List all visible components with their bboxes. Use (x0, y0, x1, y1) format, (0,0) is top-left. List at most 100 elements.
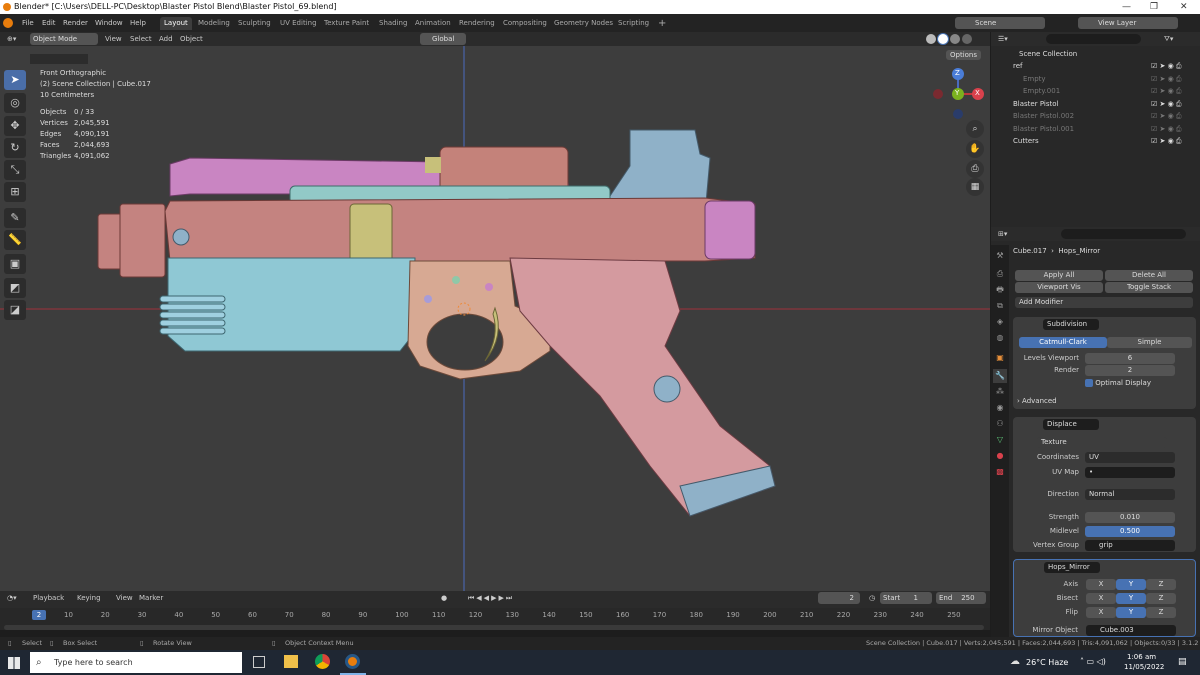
tool-tab-icon[interactable]: ⚒ (993, 249, 1007, 263)
outliner-search-input[interactable] (1046, 34, 1141, 44)
outliner-row-root[interactable]: Scene Collection (991, 48, 1200, 60)
menu-edit[interactable]: Edit (39, 17, 59, 29)
tab-compositing[interactable]: Compositing (499, 17, 551, 30)
coordinates-select[interactable]: UV (1085, 452, 1175, 463)
displace-name-field[interactable]: Displace (1043, 419, 1099, 430)
modifier-tab-icon[interactable]: 🔧 (993, 369, 1007, 383)
timeline-scrollbar[interactable] (4, 625, 984, 630)
timeline-editor-icon[interactable]: ◔▾ (4, 592, 20, 604)
bisect-x-toggle[interactable]: X (1086, 593, 1116, 604)
midlevel-field[interactable]: 0.500 (1085, 526, 1175, 537)
outliner-row[interactable]: Empty.001 ☑ ➤ ◉ ⎙ (991, 85, 1200, 97)
visibility-toggles-icon[interactable]: ☑ ➤ ◉ ⎙ (1151, 73, 1182, 85)
object-tab-icon[interactable]: ▣ (993, 351, 1007, 365)
weather-text[interactable]: 26°C Haze (1026, 658, 1068, 667)
visibility-toggles-icon[interactable]: ☑ ➤ ◉ ⎙ (1151, 85, 1182, 97)
mirror-object-field[interactable]: Cube.003 (1086, 625, 1176, 636)
marker-menu[interactable]: Marker (136, 592, 166, 604)
playback-controls[interactable]: ⏮◀◀▶▶⏭ (465, 592, 517, 604)
menu-view[interactable]: View (102, 33, 125, 45)
uv-map-field[interactable]: • (1085, 467, 1175, 478)
menu-help[interactable]: Help (127, 17, 149, 29)
flip-y-toggle[interactable]: Y (1116, 607, 1146, 618)
tab-texture-paint[interactable]: Texture Paint (320, 17, 373, 30)
add-modifier-button[interactable]: Add Modifier (1015, 297, 1193, 308)
maximize-button[interactable]: ❐ (1150, 0, 1158, 14)
menu-file[interactable]: File (19, 17, 37, 29)
blender-menu-icon[interactable] (3, 18, 13, 28)
tab-scripting[interactable]: Scripting (614, 17, 653, 30)
start-frame-field[interactable]: Start 1 (880, 592, 932, 604)
scale-tool-icon[interactable]: ⤡ (4, 160, 26, 180)
select-tool-icon[interactable]: ➤ (4, 70, 26, 90)
axis-y-toggle[interactable]: Y (1116, 579, 1146, 590)
options-button[interactable]: Options (946, 50, 982, 60)
measure-tool-icon[interactable]: 📏 (4, 230, 26, 250)
task-view-icon[interactable] (253, 656, 265, 668)
current-frame-field[interactable]: 2 (818, 592, 860, 604)
record-icon[interactable]: ● (438, 592, 450, 604)
menu-object[interactable]: Object (177, 33, 206, 45)
filter-icon[interactable]: ⛛▾ (1161, 33, 1176, 45)
outliner-row[interactable]: Empty ☑ ➤ ◉ ⎙ (991, 73, 1200, 85)
view-layer-selector[interactable]: View Layer (1078, 17, 1178, 29)
advanced-panel-toggle[interactable]: › Advanced (1017, 397, 1057, 405)
tab-sculpting[interactable]: Sculpting (234, 17, 275, 30)
timeline-ruler[interactable]: 2 10 20 30 40 50 60 70 80 90 100 110 120 130 140 150 16… (0, 608, 990, 630)
end-frame-field[interactable]: End 250 (936, 592, 986, 604)
properties-search-input[interactable] (1061, 229, 1186, 239)
move-tool-icon[interactable]: ✥ (4, 116, 26, 136)
taskbar-search-box[interactable]: ⌕ Type here to search (30, 652, 242, 673)
add-workspace-button[interactable]: + (654, 17, 670, 30)
outliner-row[interactable]: Blaster Pistol.002 ☑ ➤ ◉ ⎙ (991, 110, 1200, 122)
windows-start-icon[interactable] (8, 657, 20, 669)
simple-button[interactable]: Simple (1107, 337, 1192, 348)
properties-editor-icon[interactable]: ⊞▾ (995, 228, 1010, 240)
viewport-shading-buttons[interactable] (830, 34, 980, 44)
3d-viewport[interactable]: ➤ ◎ ✥ ↻ ⤡ ⊞ ✎ 📏 ▣ ◩ ◪ Front Orthographic… (0, 46, 990, 591)
minimize-button[interactable]: — (1122, 0, 1131, 14)
scene-selector[interactable]: Scene (955, 17, 1045, 29)
physics-tab-icon[interactable]: ◉ (993, 401, 1007, 415)
optimal-display-checkbox[interactable]: Optimal Display (1085, 379, 1151, 387)
axis-x-toggle[interactable]: X (1086, 579, 1116, 590)
keying-menu[interactable]: Keying (74, 592, 104, 604)
visibility-toggles-icon[interactable]: ☑ ➤ ◉ ⎙ (1151, 135, 1182, 147)
tab-shading[interactable]: Shading (375, 17, 411, 30)
zoom-icon[interactable]: ⌕ (966, 120, 984, 138)
tab-animation[interactable]: Animation (411, 17, 455, 30)
bisect-z-toggle[interactable]: Z (1146, 593, 1176, 604)
output-tab-icon[interactable]: 🖶 (993, 283, 1007, 297)
scene-tab-icon[interactable]: ◈ (993, 315, 1007, 329)
mode-selector[interactable]: Object Mode (30, 33, 98, 45)
mirror-name-field[interactable]: Hops_Mirror (1044, 562, 1100, 573)
rotate-tool-icon[interactable]: ↻ (4, 138, 26, 158)
tab-geometry-nodes[interactable]: Geometry Nodes (550, 17, 617, 30)
texture-field[interactable]: Texture (1037, 437, 1167, 448)
particles-tab-icon[interactable]: ⁂ (993, 385, 1007, 399)
texture-tab-icon[interactable]: ▩ (993, 465, 1007, 479)
clock-time[interactable]: 1:06 am (1127, 653, 1156, 661)
world-tab-icon[interactable]: ◍ (993, 331, 1007, 345)
visibility-toggles-icon[interactable]: ☑ ➤ ◉ ⎙ (1151, 110, 1182, 122)
outliner-editor-icon[interactable]: ☰▾ (995, 33, 1011, 45)
close-button[interactable]: ✕ (1180, 0, 1188, 14)
render-levels-field[interactable]: 2 (1085, 365, 1175, 376)
material-tab-icon[interactable]: ● (993, 449, 1007, 463)
tab-layout[interactable]: Layout (160, 17, 192, 30)
notification-icon[interactable]: ▤ (1178, 657, 1187, 667)
grid-icon[interactable]: ▦ (966, 178, 984, 196)
tab-modeling[interactable]: Modeling (194, 17, 234, 30)
transform-orientation[interactable]: Global (420, 33, 466, 45)
flip-x-toggle[interactable]: X (1086, 607, 1116, 618)
direction-select[interactable]: Normal (1085, 489, 1175, 500)
levels-viewport-field[interactable]: 6 (1085, 353, 1175, 364)
timeline-view-menu[interactable]: View (113, 592, 136, 604)
toggle-stack-button[interactable]: Toggle Stack (1105, 282, 1193, 293)
menu-render[interactable]: Render (60, 17, 91, 29)
add-cube-tool-icon[interactable]: ▣ (4, 254, 26, 274)
select-mode-buttons[interactable] (30, 54, 88, 64)
menu-add[interactable]: Add (156, 33, 176, 45)
annotate-tool-icon[interactable]: ✎ (4, 208, 26, 228)
flip-z-toggle[interactable]: Z (1146, 607, 1176, 618)
